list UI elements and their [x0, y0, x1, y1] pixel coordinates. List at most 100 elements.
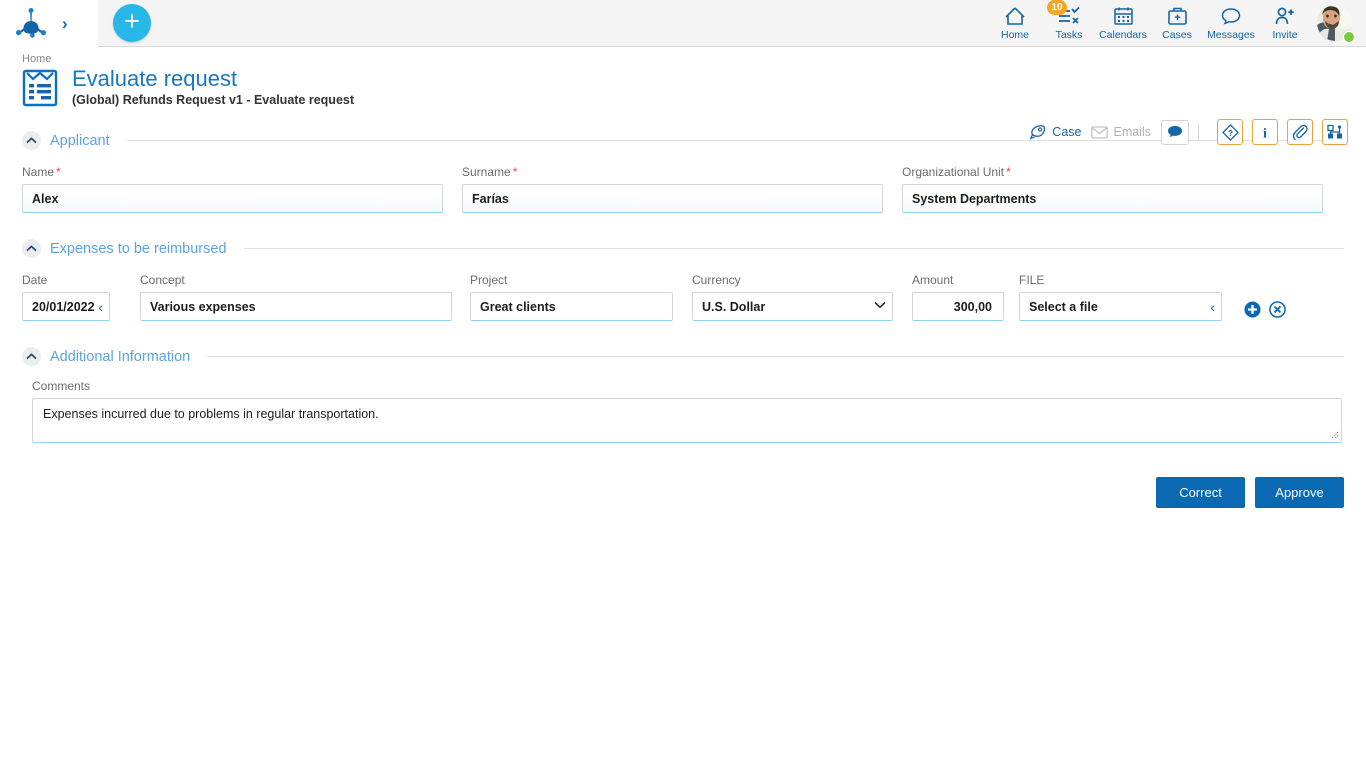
case-tab[interactable]: Case: [1030, 124, 1081, 140]
nav-label: Messages: [1207, 29, 1255, 41]
field-label-file: FILE: [1019, 273, 1222, 287]
spacer: [883, 165, 902, 213]
nav-item-messages[interactable]: Messages: [1204, 0, 1258, 41]
home-icon: [1004, 5, 1026, 27]
nav-label: Tasks: [1056, 29, 1083, 41]
top-nav-items: Home 10 Tasks Calendars Cases Mess: [988, 0, 1366, 47]
page-subtitle: (Global) Refunds Request v1 - Evaluate r…: [72, 93, 354, 107]
required-marker: *: [56, 165, 61, 179]
help-icon: ?: [1222, 124, 1239, 141]
attachment-button[interactable]: [1287, 119, 1313, 145]
app-logo[interactable]: [14, 8, 48, 38]
field-label-concept: Concept: [140, 273, 452, 287]
nav-item-cases[interactable]: Cases: [1150, 0, 1204, 41]
date-picker-icon[interactable]: ‹: [98, 300, 103, 314]
calendar-icon: [1113, 5, 1134, 27]
nav-label: Calendars: [1099, 29, 1147, 41]
nav-item-calendars[interactable]: Calendars: [1096, 0, 1150, 41]
required-marker: *: [1006, 165, 1011, 179]
nav-item-tasks[interactable]: 10 Tasks: [1042, 0, 1096, 41]
field-label-surname: Surname*: [462, 165, 883, 179]
chat-button[interactable]: [1161, 120, 1189, 145]
section-header-additional[interactable]: Additional Information: [22, 335, 1344, 366]
chevron-up-icon: [26, 137, 37, 144]
comments-value: Expenses incurred due to problems in reg…: [43, 407, 379, 421]
page-title-row: Evaluate request (Global) Refunds Reques…: [22, 67, 1351, 107]
concept-input[interactable]: Various expenses: [140, 292, 452, 321]
add-row-icon[interactable]: [1244, 301, 1261, 318]
logo-zone: ›: [0, 0, 98, 47]
required-marker: *: [513, 165, 518, 179]
nav-label: Cases: [1162, 29, 1192, 41]
approve-button[interactable]: Approve: [1255, 477, 1344, 508]
case-label: Case: [1052, 125, 1081, 139]
file-value: Select a file: [1029, 300, 1098, 314]
file-select[interactable]: Select a file ‹: [1019, 292, 1222, 321]
svg-text:i: i: [1263, 126, 1267, 141]
help-button[interactable]: ?: [1217, 119, 1243, 145]
comments-textarea[interactable]: Expenses incurred due to problems in reg…: [32, 398, 1342, 443]
section-title: Applicant: [50, 133, 110, 149]
field-label-currency: Currency: [692, 273, 893, 287]
info-button[interactable]: i: [1252, 119, 1278, 145]
speech-bubble-icon: [1220, 5, 1242, 27]
document-icon: [22, 69, 58, 107]
amount-input[interactable]: 300,00: [912, 292, 1004, 321]
avatar[interactable]: [1312, 0, 1358, 47]
section-header-expenses[interactable]: Expenses to be reimbursed: [22, 227, 1344, 258]
emails-tab[interactable]: Emails: [1091, 125, 1151, 139]
form-actions: Correct Approve: [0, 443, 1366, 508]
collapse-toggle-expenses[interactable]: [22, 239, 41, 258]
plus-icon: +: [124, 8, 140, 35]
expense-row-actions: [1244, 301, 1286, 321]
section-additional-information: Additional Information Comments Expenses…: [0, 321, 1366, 443]
name-input[interactable]: Alex: [22, 184, 443, 213]
field-amount: Amount 300,00: [912, 273, 1004, 321]
project-input[interactable]: Great clients: [470, 292, 673, 321]
envelope-icon: [1091, 126, 1108, 139]
file-browse-icon[interactable]: ‹: [1210, 300, 1215, 314]
section-rule: [207, 356, 1344, 357]
field-concept: Concept Various expenses: [140, 273, 452, 321]
workflow-button[interactable]: [1322, 119, 1348, 145]
section-rule: [244, 248, 1344, 249]
section-title: Additional Information: [50, 349, 190, 365]
field-date: Date 20/01/2022 ‹: [22, 273, 110, 321]
tasks-badge: 10: [1047, 0, 1067, 15]
breadcrumb[interactable]: Home: [22, 53, 1351, 65]
nav-item-home[interactable]: Home: [988, 0, 1042, 41]
attachment-icon: [1292, 124, 1308, 140]
page-title: Evaluate request: [72, 67, 354, 90]
correct-button[interactable]: Correct: [1156, 477, 1245, 508]
expense-row: Date 20/01/2022 ‹ Concept Various expens…: [22, 258, 1344, 321]
org-unit-input[interactable]: System Departments: [902, 184, 1323, 213]
date-input[interactable]: 20/01/2022 ‹: [22, 292, 110, 321]
field-label-project: Project: [470, 273, 673, 287]
collapse-toggle-additional[interactable]: [22, 347, 41, 366]
workflow-icon: [1327, 124, 1343, 140]
field-comments: Comments Expenses incurred due to proble…: [22, 366, 1344, 443]
create-new-button[interactable]: +: [113, 4, 151, 42]
resize-handle[interactable]: [1328, 429, 1339, 440]
field-label-name: Name*: [22, 165, 443, 179]
field-surname: Surname* Farías: [462, 165, 883, 213]
person-add-icon: [1274, 5, 1296, 27]
remove-row-icon[interactable]: [1269, 301, 1286, 318]
sidebar-expand-icon[interactable]: ›: [62, 15, 68, 32]
collapse-toggle-applicant[interactable]: [22, 131, 41, 150]
currency-select[interactable]: U.S. Dollar: [692, 292, 893, 321]
svg-text:?: ?: [1227, 127, 1232, 137]
surname-input[interactable]: Farías: [462, 184, 883, 213]
field-label-comments: Comments: [32, 379, 1342, 393]
nav-label: Invite: [1272, 29, 1297, 41]
info-icon: i: [1258, 124, 1272, 141]
chevron-up-icon: [26, 353, 37, 360]
section-expenses: Expenses to be reimbursed Date 20/01/202…: [0, 213, 1366, 321]
chevron-down-icon: [874, 301, 886, 312]
nav-item-invite[interactable]: Invite: [1258, 0, 1312, 41]
field-file: FILE Select a file ‹: [1019, 273, 1222, 321]
field-project: Project Great clients: [470, 273, 673, 321]
field-name: Name* Alex: [22, 165, 443, 213]
applicant-fields-row: Name* Alex Surname* Farías Organizationa…: [22, 150, 1344, 213]
spacer: [443, 165, 462, 213]
